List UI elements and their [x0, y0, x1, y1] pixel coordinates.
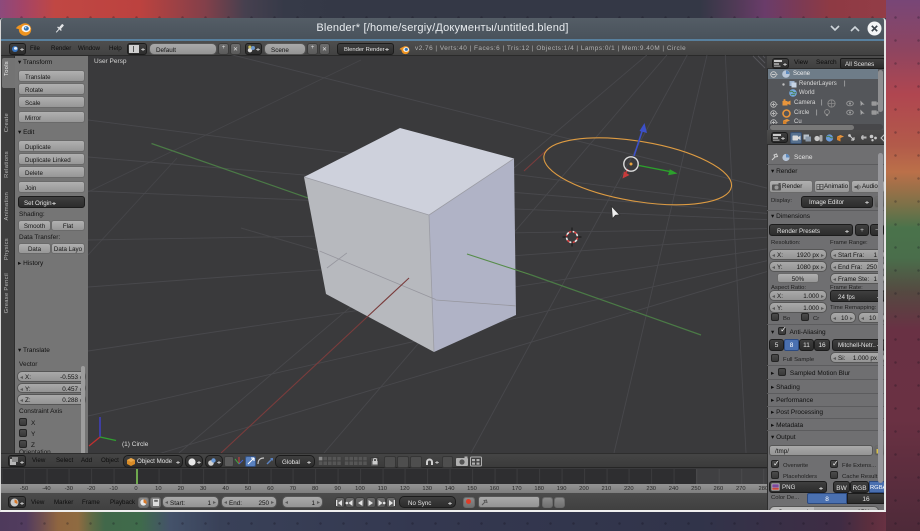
svg-text:User Persp: User Persp — [94, 58, 127, 65]
svg-text:(1) Circle: (1) Circle — [122, 441, 149, 448]
